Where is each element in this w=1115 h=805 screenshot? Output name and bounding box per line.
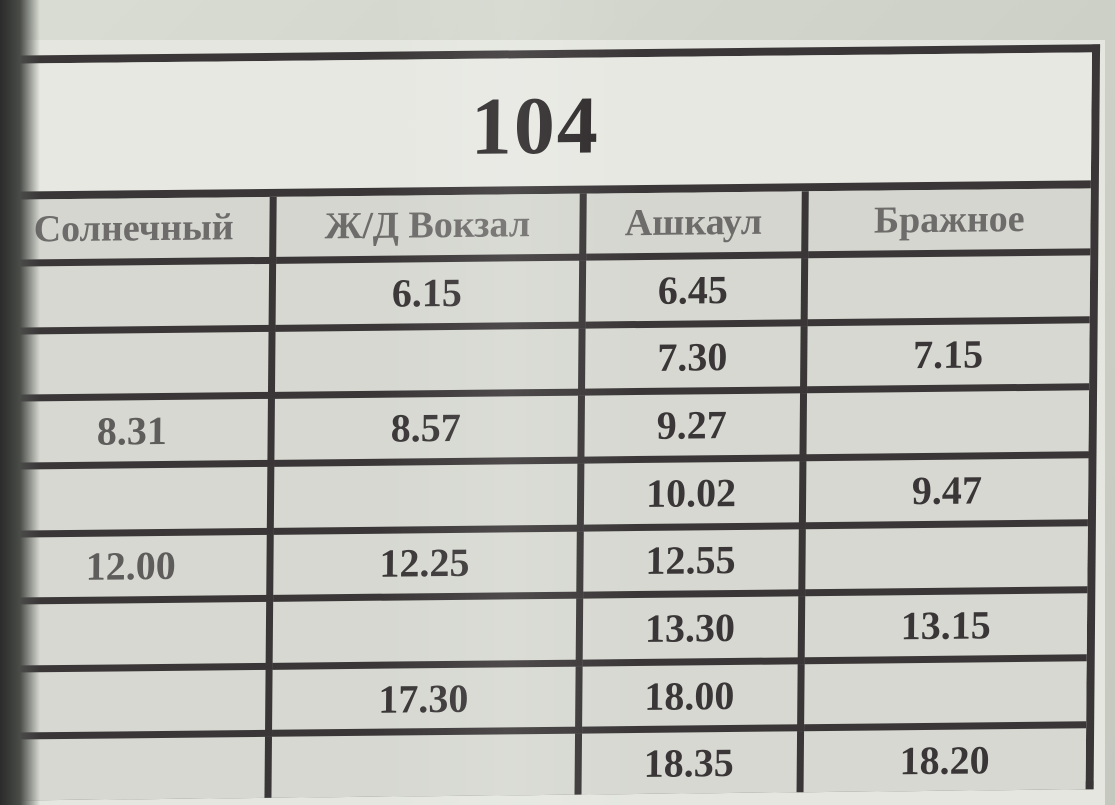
time-cell bbox=[0, 666, 269, 737]
time-cell: 18.35 bbox=[577, 728, 801, 795]
timetable-row: 6.15 6.45 bbox=[0, 251, 1091, 331]
time-cell: 10.02 bbox=[579, 457, 803, 528]
time-cell bbox=[0, 260, 273, 331]
time-cell: 7.15 bbox=[803, 319, 1090, 391]
time-cell bbox=[0, 733, 269, 801]
column-header-railway-station: Ж/Д Вокзал bbox=[272, 193, 583, 261]
time-cell bbox=[0, 463, 271, 534]
timetable-row: 8.31 8.57 9.27 bbox=[0, 387, 1090, 467]
header-row: Солнечный Ж/Д Вокзал Ашкаул Бражное bbox=[0, 188, 1091, 264]
column-header-brazhnoe: Бражное bbox=[804, 188, 1091, 255]
time-cell bbox=[268, 595, 580, 667]
time-cell bbox=[267, 730, 579, 798]
route-header: 104 bbox=[0, 52, 1093, 200]
bus-schedule-sign: 104 Солнечный Ж/Д Вокзал Ашкаул Бражное … bbox=[0, 44, 1101, 801]
timetable: Солнечный Ж/Д Вокзал Ашкаул Бражное 6.15… bbox=[0, 188, 1091, 801]
time-cell bbox=[0, 328, 272, 399]
column-header-solnechny: Солнечный bbox=[0, 196, 273, 264]
timetable-row: 7.30 7.15 bbox=[0, 319, 1090, 399]
time-cell: 7.30 bbox=[581, 322, 804, 393]
timetable-row: 10.02 9.47 bbox=[0, 454, 1089, 534]
time-cell: 8.31 bbox=[0, 395, 271, 467]
time-cell bbox=[800, 657, 1087, 729]
time-cell: 12.55 bbox=[579, 525, 802, 596]
column-header-ashkaul: Ашкаул bbox=[582, 191, 805, 258]
time-cell bbox=[803, 251, 1091, 323]
photo-edge-shadow bbox=[0, 0, 40, 805]
time-cell: 8.57 bbox=[270, 392, 582, 464]
time-cell: 6.45 bbox=[581, 254, 805, 325]
time-cell: 9.47 bbox=[801, 454, 1089, 526]
time-cell: 9.27 bbox=[580, 390, 804, 460]
time-cell: 17.30 bbox=[268, 662, 579, 734]
time-cell bbox=[269, 459, 581, 531]
route-number: 104 bbox=[470, 79, 601, 172]
timetable-row: 17.30 18.00 bbox=[0, 657, 1087, 737]
time-cell: 13.30 bbox=[578, 592, 802, 663]
time-cell bbox=[0, 598, 270, 669]
time-cell bbox=[801, 522, 1088, 593]
timetable-row: 12.00 12.25 12.55 bbox=[0, 522, 1088, 602]
timetable-row: 13.30 13.15 bbox=[0, 589, 1088, 669]
time-cell bbox=[802, 387, 1090, 458]
time-cell: 12.00 bbox=[0, 530, 270, 602]
time-cell: 12.25 bbox=[269, 527, 580, 599]
time-cell: 13.15 bbox=[800, 589, 1088, 661]
photo-scene: 104 Солнечный Ж/Д Вокзал Ашкаул Бражное … bbox=[0, 0, 1115, 805]
time-cell: 18.20 bbox=[799, 725, 1087, 793]
time-cell: 18.00 bbox=[578, 660, 801, 731]
time-cell bbox=[270, 324, 582, 396]
time-cell: 6.15 bbox=[271, 257, 583, 329]
timetable-row: 18.35 18.20 bbox=[0, 725, 1087, 801]
